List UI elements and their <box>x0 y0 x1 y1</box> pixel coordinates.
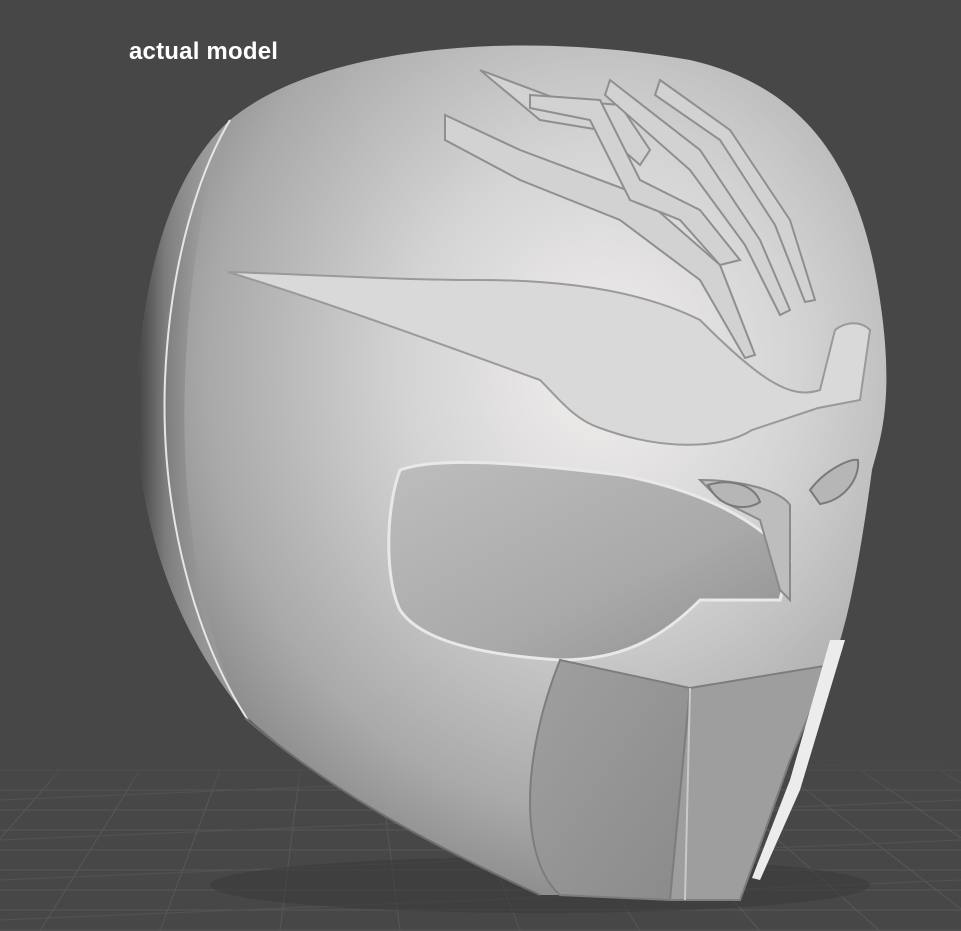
3d-viewport[interactable]: actual model <box>0 0 961 931</box>
viewport-label: actual model <box>129 38 279 65</box>
viewport-scene <box>0 45 961 931</box>
